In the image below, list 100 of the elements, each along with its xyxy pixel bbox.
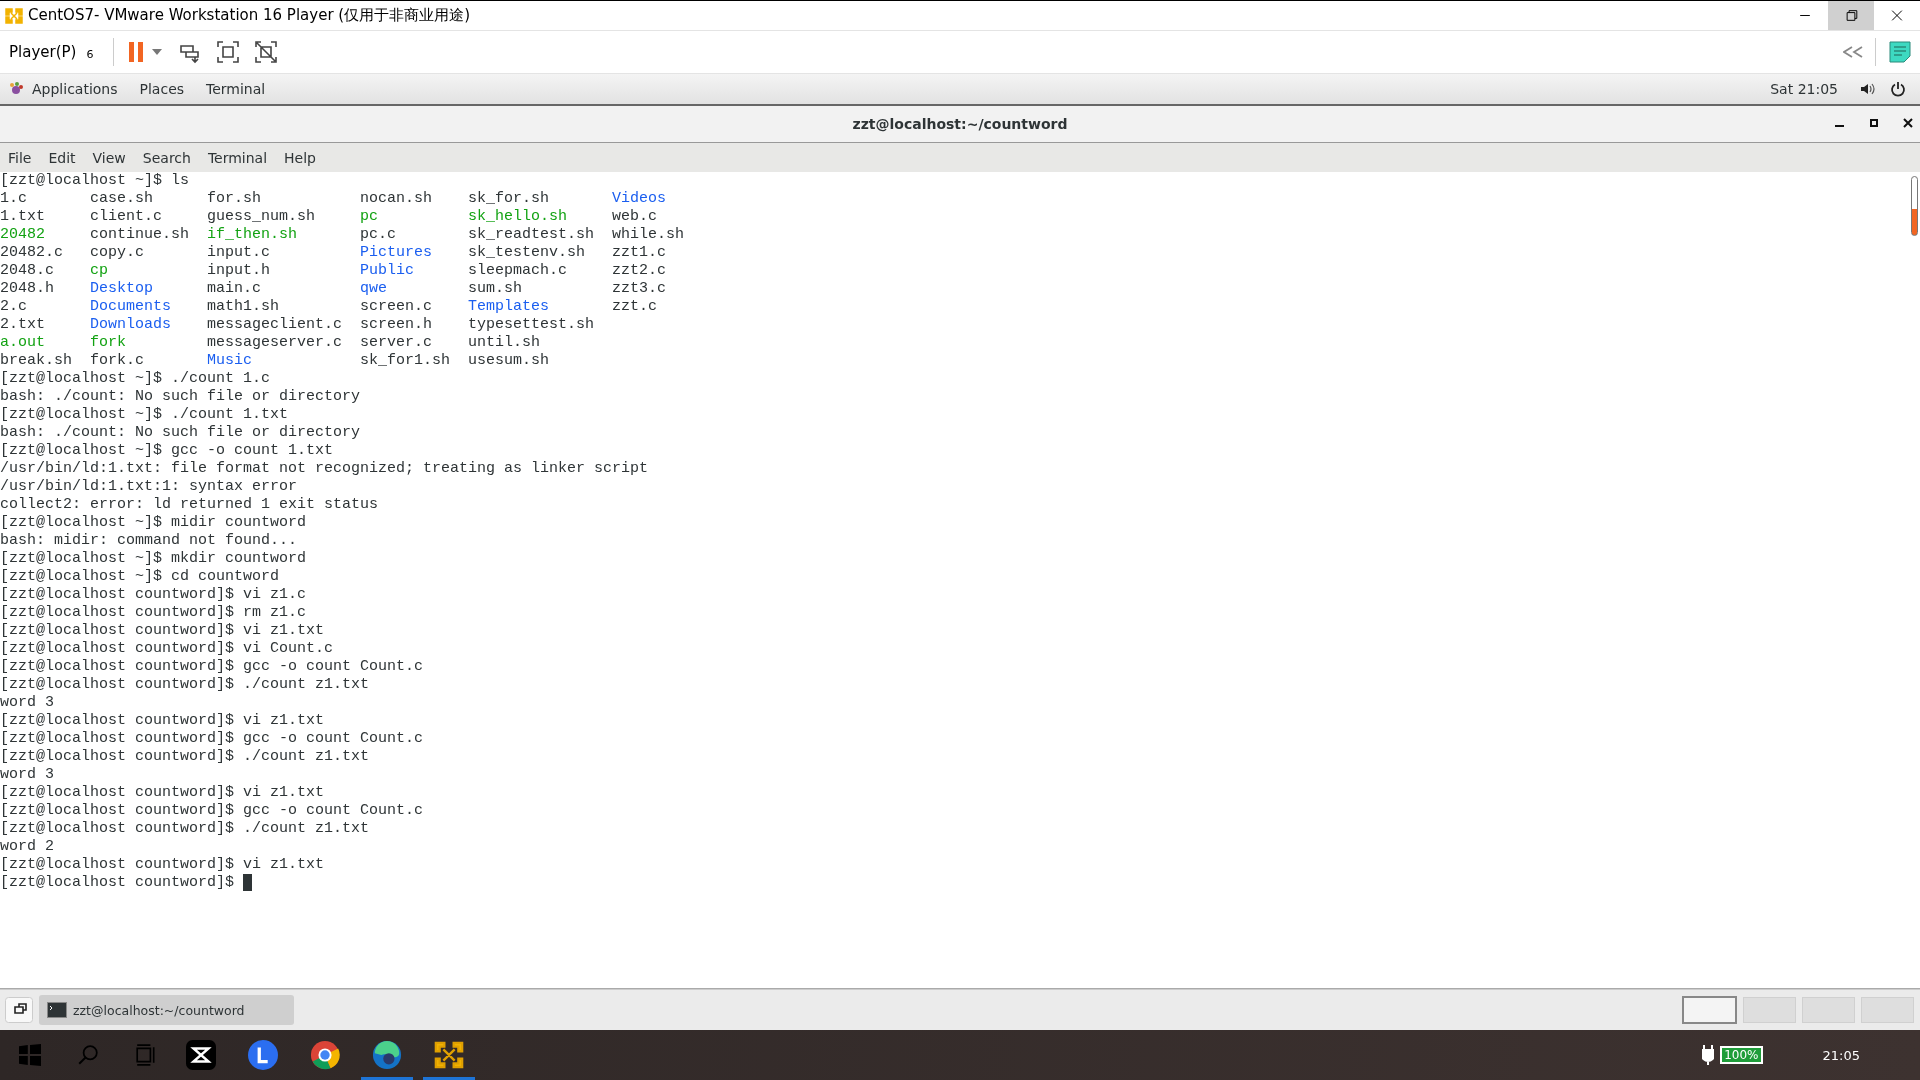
file-name: 2.c <box>0 298 27 315</box>
file-name: qwe <box>360 280 388 297</box>
terminal-line: [zzt@localhost countword]$ ./count z1.txt <box>0 820 371 838</box>
file-name: 1.c <box>0 190 27 207</box>
close-icon[interactable] <box>1902 117 1914 129</box>
file-name: Desktop <box>90 280 153 297</box>
file-name: case.sh <box>90 190 153 207</box>
terminal-line: /usr/bin/ld:1.txt: file format not recognized; treating as linker script <box>0 460 650 478</box>
player-menu[interactable]: Player(P) <box>9 43 77 61</box>
file-name: math1.sh <box>207 298 280 315</box>
file-name: copy.c <box>90 244 144 261</box>
vmware-logo-icon <box>4 5 24 26</box>
caret-icon[interactable] <box>152 49 163 55</box>
file-name: 20482.c <box>0 244 63 261</box>
terminal-menu-item[interactable]: View <box>83 149 134 166</box>
file-name: main.c <box>207 280 262 297</box>
show-desktop-icon[interactable] <box>5 997 33 1023</box>
file-name: 2.txt <box>0 316 45 333</box>
terminal-line: word 3 <box>0 766 55 784</box>
terminal-menu-item[interactable]: Help <box>275 149 324 166</box>
terminal-line: collect2: error: ld returned 1 exit status <box>0 496 380 514</box>
file-name: sk_testenv.sh <box>468 244 586 261</box>
top-bar-menu[interactable]: Applications <box>32 81 118 97</box>
cursor <box>243 874 253 891</box>
terminal-line: [zzt@localhost countword]$ rm z1.c <box>0 604 308 622</box>
scissor-logo-icon <box>186 1040 216 1070</box>
terminal-menu-item[interactable]: Search <box>133 149 199 166</box>
file-name: cp <box>90 262 108 279</box>
start-icon[interactable] <box>19 1044 41 1066</box>
browser-icon <box>372 1040 402 1070</box>
top-bar-menu[interactable]: Terminal <box>206 81 266 97</box>
file-name: for.sh <box>207 190 262 207</box>
terminal-line: [zzt@localhost countword]$ vi z1.txt <box>0 622 326 640</box>
terminal-menu-item[interactable]: File <box>0 149 40 166</box>
file-name: Templates <box>468 298 550 315</box>
file-name: fork.c <box>90 352 144 369</box>
file-name: input.c <box>207 244 271 261</box>
unity-icon[interactable] <box>254 40 279 64</box>
file-name: zzt2.c <box>612 262 667 279</box>
terminal-line: [zzt@localhost countword]$ vi Count.c <box>0 640 335 658</box>
file-name: pc <box>360 208 379 225</box>
note-icon[interactable] <box>1888 40 1912 64</box>
file-name: Music <box>207 352 253 369</box>
battery-indicator[interactable]: 100% <box>1720 1046 1763 1064</box>
terminal-line: [zzt@localhost countword]$ vi z1.c <box>0 586 308 604</box>
fullscreen-icon[interactable] <box>216 40 241 64</box>
top-bar-menu[interactable]: Places <box>139 81 185 97</box>
file-name: web.c <box>612 208 658 225</box>
file-name: pc.c <box>360 226 397 243</box>
file-name: 1.txt <box>0 208 45 225</box>
terminal-line: bash: midir: command not found... <box>0 532 299 550</box>
terminal-line: [zzt@localhost ~]$ cd countword <box>0 568 281 586</box>
collapse-icon[interactable] <box>1843 46 1863 58</box>
terminal-title: zzt@localhost:~/countword <box>852 116 1068 132</box>
file-name: guess_num.sh <box>207 208 316 225</box>
file-name: sk_readtest.sh <box>468 226 595 243</box>
terminal-line: [zzt@localhost ~]$ midir countword <box>0 514 308 532</box>
file-name: input.h <box>207 262 271 279</box>
volume-icon[interactable] <box>1860 81 1876 97</box>
terminal-menu-item[interactable]: Terminal <box>198 149 276 166</box>
terminal-line: [zzt@localhost countword]$ gcc -o count Count.c <box>0 658 425 676</box>
file-name: client.c <box>90 208 162 225</box>
terminal-line: [zzt@localhost countword]$ gcc -o count Count.c <box>0 802 425 820</box>
power-icon[interactable] <box>1890 81 1906 97</box>
taskbar-clock[interactable]: 21:05 <box>1822 1047 1860 1063</box>
file-name: sk_hello.sh <box>468 208 568 225</box>
terminal-line: [zzt@localhost countword]$ vi z1.txt <box>0 712 326 730</box>
file-name: until.sh <box>468 334 541 351</box>
vmware-logo-icon <box>434 1040 464 1070</box>
workspace-switch[interactable] <box>1682 996 1737 1024</box>
workspace-switch[interactable] <box>1861 997 1914 1023</box>
file-name: sleepmach.c <box>468 262 568 279</box>
file-name: messageclient.c <box>207 316 343 333</box>
terminal-line: [zzt@localhost ~]$ ./count 1.txt <box>0 406 290 424</box>
gnome-foot-icon[interactable] <box>8 81 24 97</box>
taskbar-window-button[interactable]: zzt@localhost:~/countword <box>39 995 294 1025</box>
file-name: Public <box>360 262 415 279</box>
file-name: continue.sh <box>90 226 190 243</box>
terminal-line: [zzt@localhost ~]$ ls <box>0 172 191 190</box>
workspace-switch[interactable] <box>1802 997 1855 1023</box>
terminal-line: [zzt@localhost countword]$ gcc -o count Count.c <box>0 730 425 748</box>
file-name: Documents <box>90 298 171 315</box>
file-name: sk_for.sh <box>468 190 550 207</box>
terminal-line: [zzt@localhost ~]$ gcc -o count 1.txt <box>0 442 335 460</box>
file-name: while.sh <box>612 226 685 243</box>
restore-icon[interactable] <box>1828 1 1874 30</box>
terminal-line: word 3 <box>0 694 55 712</box>
file-name: zzt3.c <box>612 280 667 297</box>
terminal-line: [zzt@localhost countword]$ ./count z1.txt <box>0 676 371 694</box>
file-name: Videos <box>612 190 667 207</box>
workspace-switch[interactable] <box>1743 997 1796 1023</box>
terminal-menu-item[interactable]: Edit <box>39 149 84 166</box>
file-name: nocan.sh <box>360 190 433 207</box>
file-name: Downloads <box>90 316 171 333</box>
file-name: zzt1.c <box>612 244 667 261</box>
file-name: Pictures <box>360 244 433 261</box>
maximize-icon[interactable] <box>1868 117 1880 129</box>
file-name: usesum.sh <box>468 352 550 369</box>
terminal-line: /usr/bin/ld:1.txt:1: syntax error <box>0 478 299 496</box>
clock[interactable]: Sat 21:05 <box>1770 81 1838 97</box>
